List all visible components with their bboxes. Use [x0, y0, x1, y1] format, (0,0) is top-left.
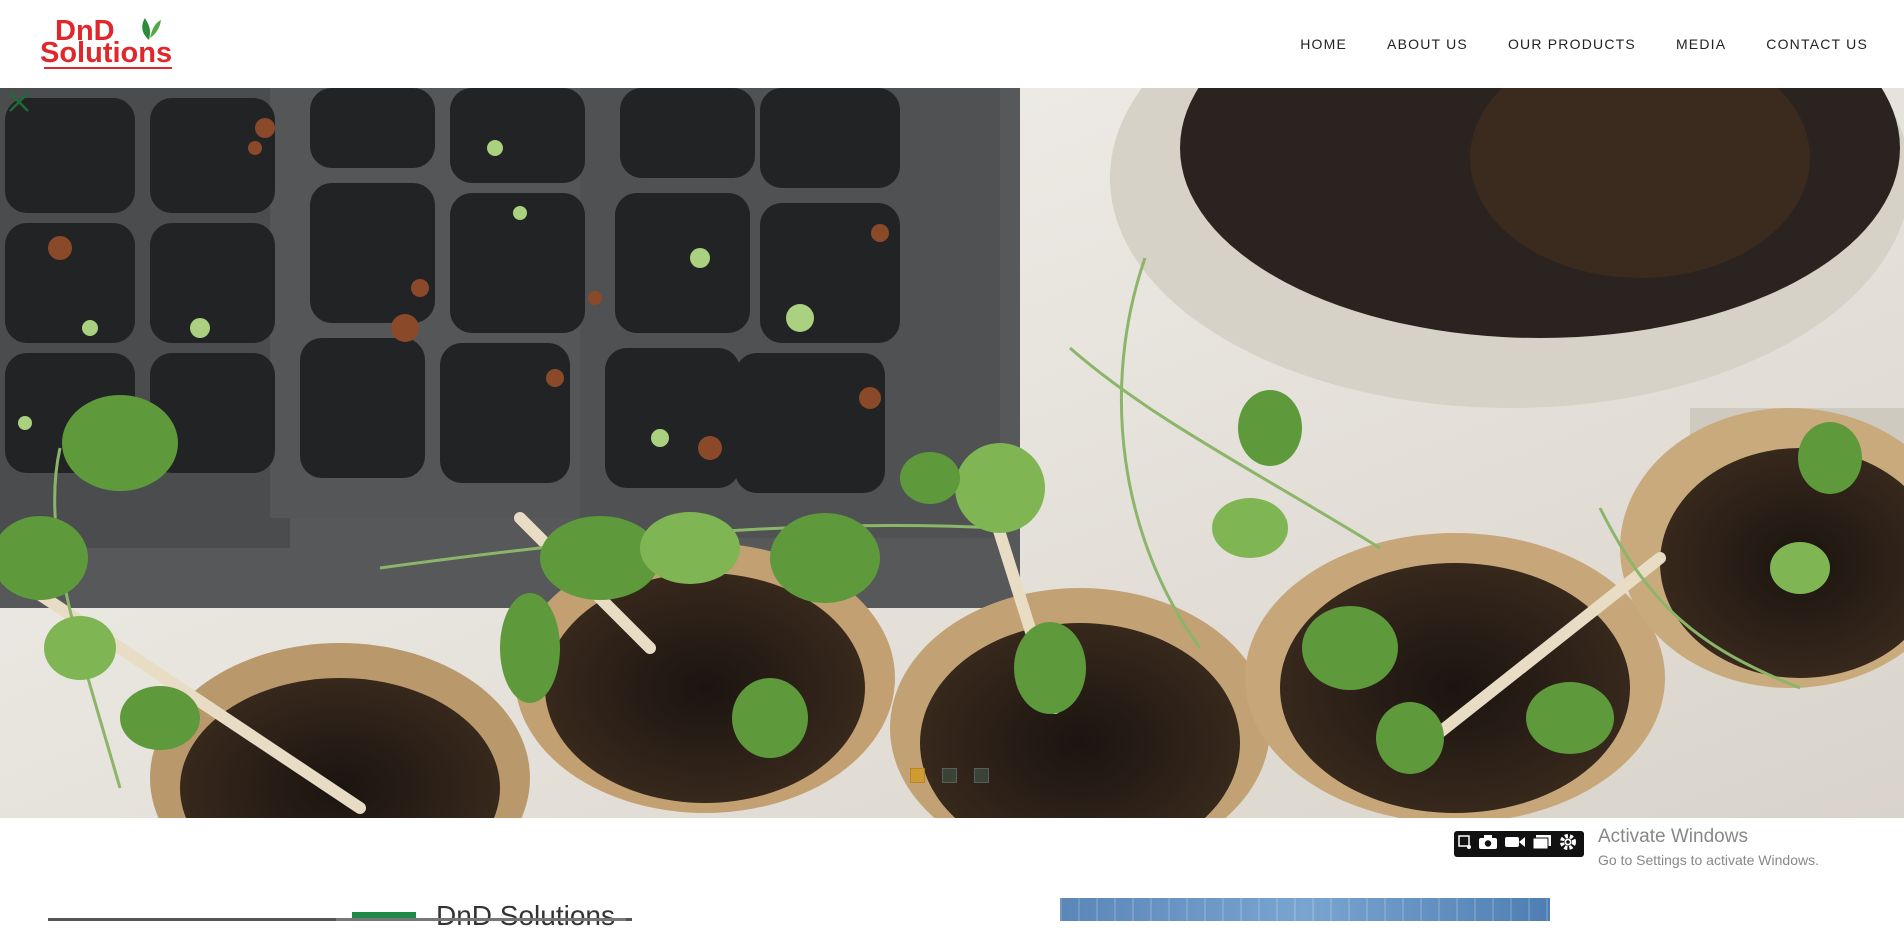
hero-image — [0, 88, 1904, 818]
slider-dot-2[interactable] — [942, 768, 957, 783]
logo-underline — [44, 67, 172, 69]
nav-home[interactable]: HOME — [1300, 36, 1347, 52]
logo-text-line2: Solutions — [40, 37, 173, 69]
section-image — [1060, 898, 1550, 921]
camera-icon[interactable] — [1478, 834, 1498, 855]
recorder-toolbar — [1454, 831, 1584, 857]
window-icon[interactable] — [1532, 834, 1552, 855]
nav-media[interactable]: MEDIA — [1676, 36, 1726, 52]
watermark-title: Activate Windows — [1598, 826, 1748, 847]
section-title: DnD Solutions — [436, 900, 615, 931]
screenshot-icon[interactable] — [1458, 834, 1472, 855]
nav-our-products[interactable]: OUR PRODUCTS — [1508, 36, 1636, 52]
nav-contact-us[interactable]: CONTACT US — [1766, 36, 1868, 52]
video-icon[interactable] — [1504, 834, 1526, 855]
nav-about-us[interactable]: ABOUT US — [1387, 36, 1468, 52]
slider-dot-1[interactable] — [910, 768, 925, 783]
watermark-subtitle: Go to Settings to activate Windows. — [1598, 852, 1819, 868]
hero-slider[interactable] — [0, 88, 1904, 818]
gear-icon[interactable] — [1558, 832, 1578, 857]
slider-pagination — [910, 768, 1006, 783]
slider-dot-3[interactable] — [974, 768, 989, 783]
site-header: DnD Solutions HOME ABOUT US OUR PRODUCTS… — [0, 0, 1904, 88]
windows-activation-watermark: Activate Windows Go to Settings to activ… — [1598, 826, 1819, 868]
brand-logo[interactable]: DnD Solutions — [40, 14, 190, 72]
main-nav: HOME ABOUT US OUR PRODUCTS MEDIA CONTACT… — [1260, 36, 1868, 52]
slider-next-icon[interactable] — [0, 88, 28, 116]
leaf-icon — [142, 18, 161, 40]
